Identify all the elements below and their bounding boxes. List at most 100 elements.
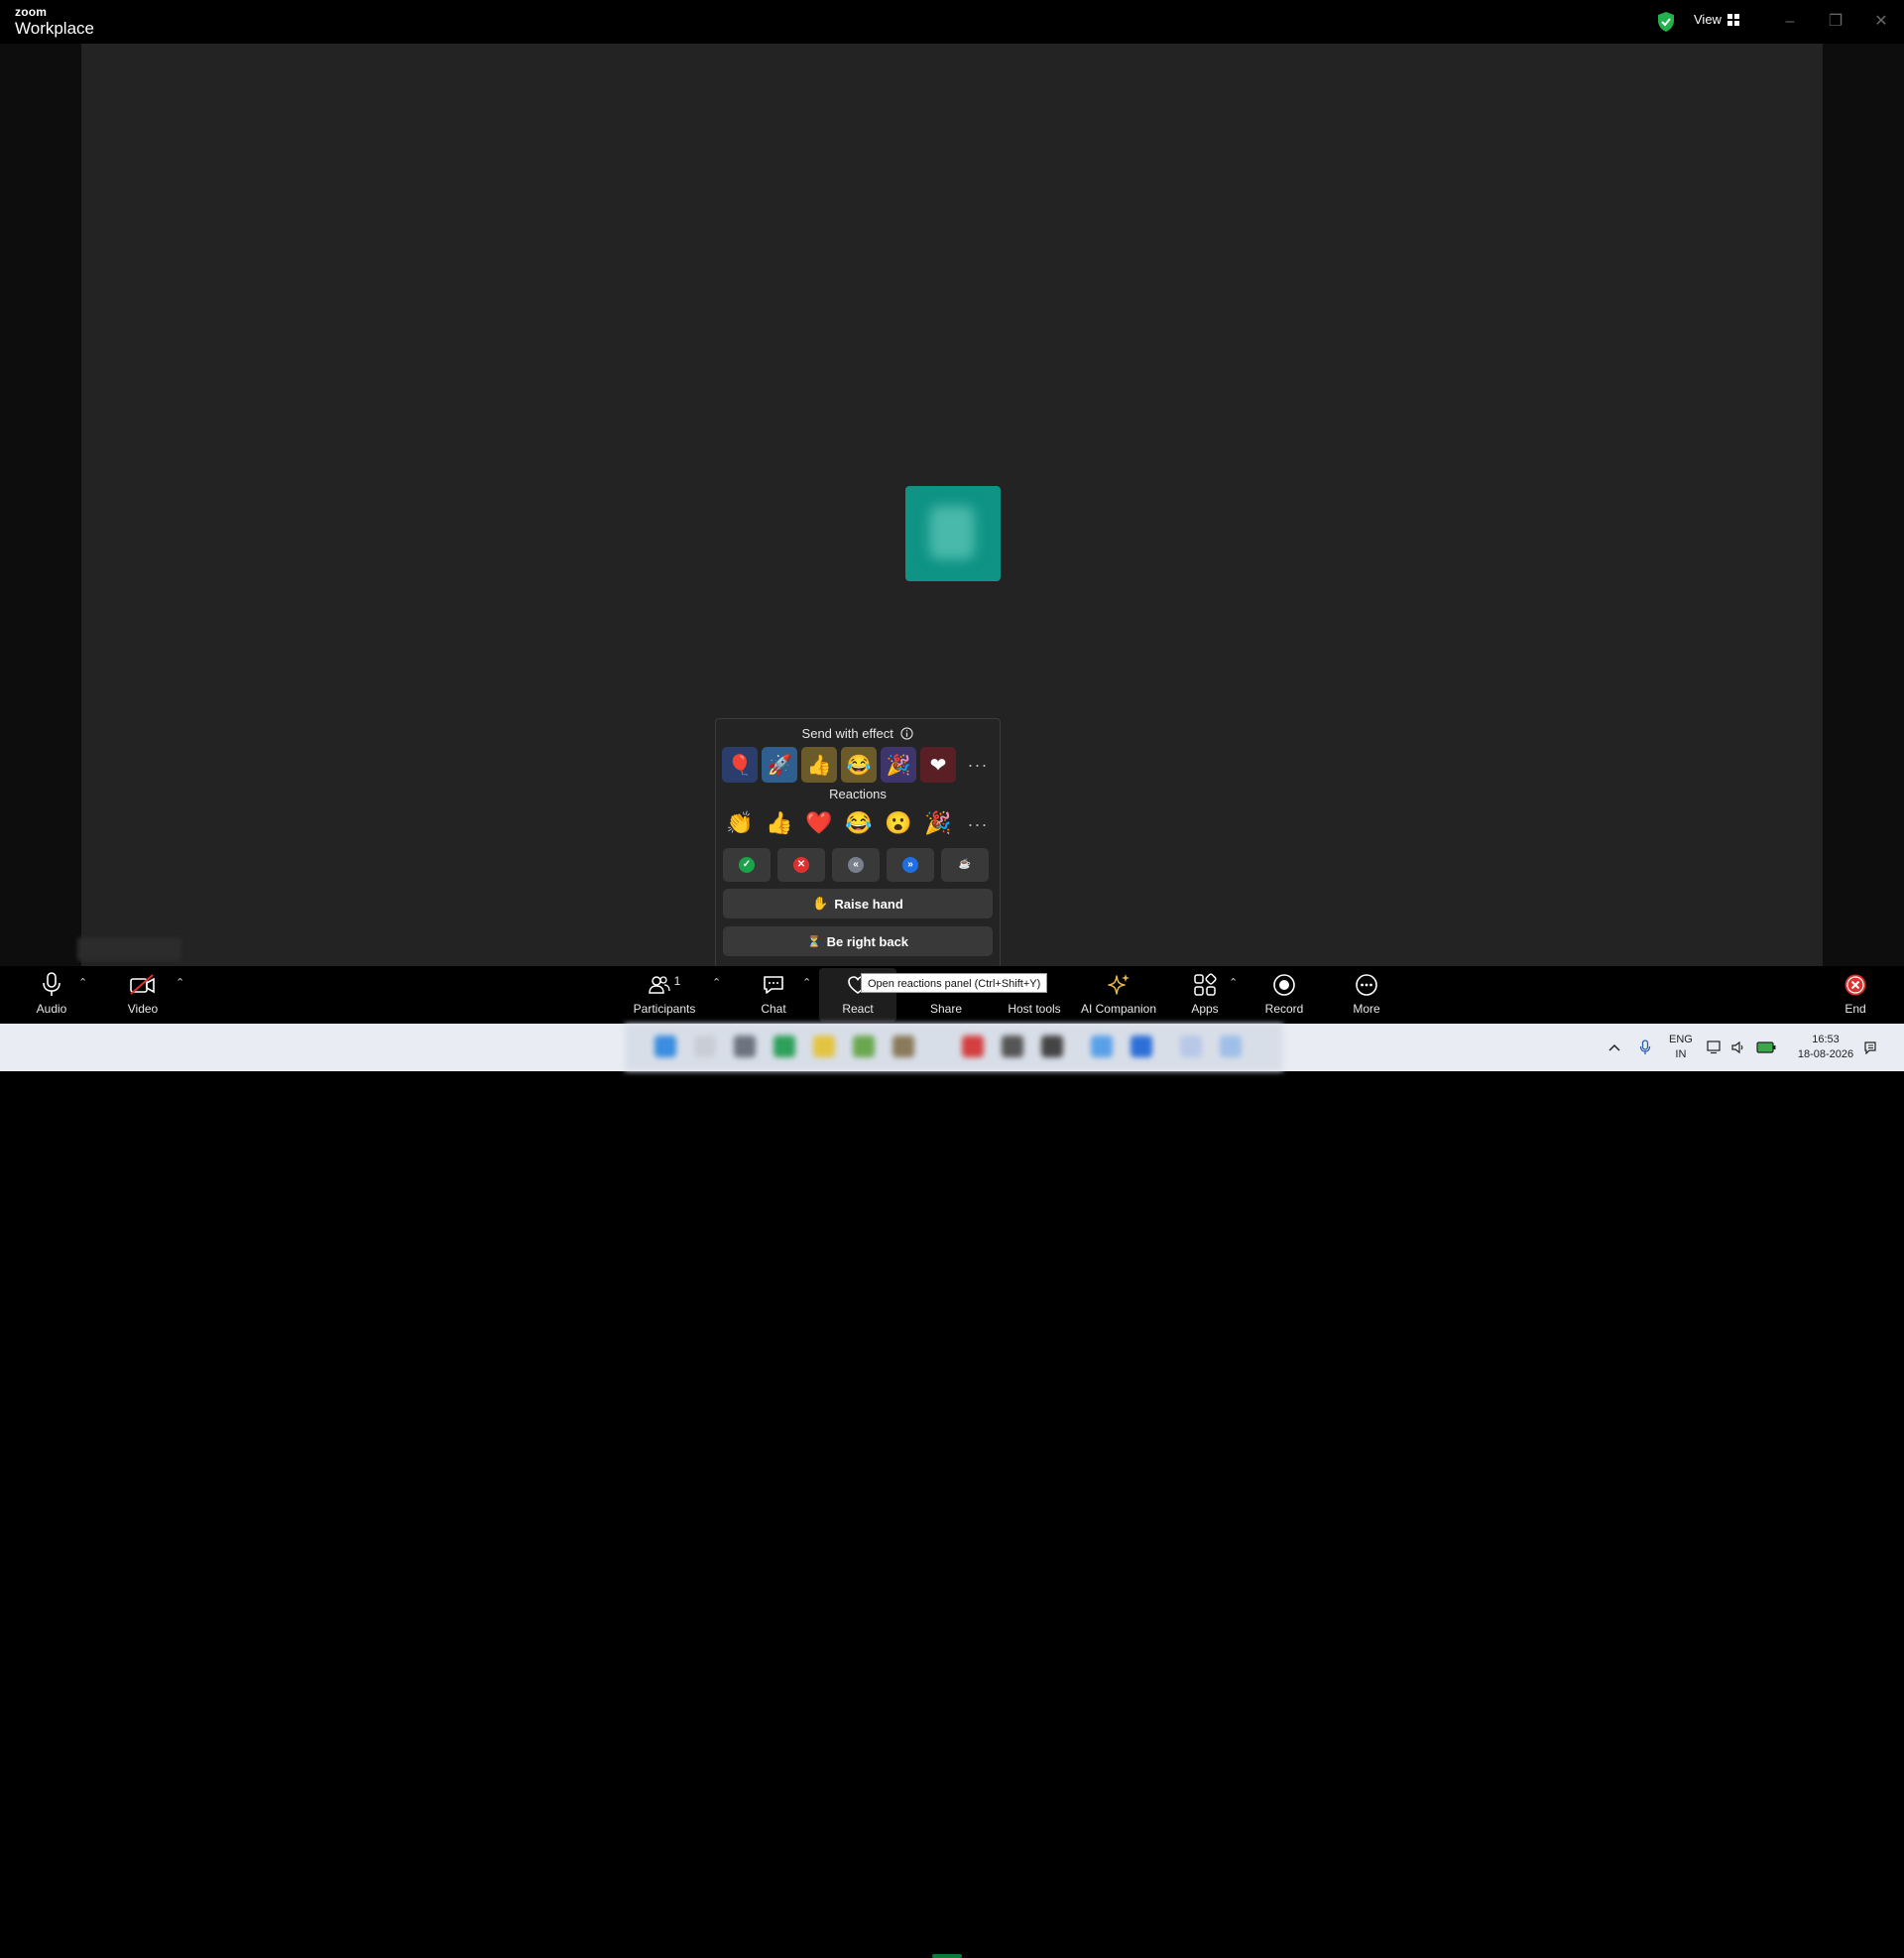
logo-brand-bottom: Workplace — [15, 19, 94, 38]
battery-charging-icon[interactable] — [1756, 1041, 1776, 1053]
taskbar-app-icon[interactable] — [1180, 1036, 1202, 1057]
taskbar-app-icon[interactable] — [813, 1036, 835, 1057]
chat-options-caret-icon[interactable]: ⌃ — [802, 976, 811, 989]
region-code: IN — [1675, 1048, 1687, 1060]
heart-icon[interactable]: ❤️ — [801, 806, 837, 840]
send-with-effect-heading: Send with effect — [716, 726, 1000, 741]
ai-companion-button[interactable]: AI Companion — [1079, 968, 1158, 1022]
slow-down-button[interactable]: « — [832, 848, 880, 882]
taskbar-app-icon[interactable] — [1002, 1036, 1023, 1057]
chat-label: Chat — [761, 1002, 786, 1016]
be-right-back-label: Be right back — [826, 933, 909, 949]
chat-button[interactable]: Chat — [754, 968, 793, 1022]
be-right-back-button[interactable]: ⏳ Be right back — [723, 926, 993, 956]
taskbar-app-icon[interactable] — [1220, 1036, 1242, 1057]
thumbs-up-effect-icon[interactable]: 👍 — [801, 747, 837, 783]
open-mouth-icon[interactable]: 😮 — [881, 806, 916, 840]
stage-right-margin — [1823, 44, 1904, 966]
taskbar-app-icon[interactable] — [853, 1036, 875, 1057]
reactions-row: 👏 👍 ❤️ 😂 😮 🎉 ··· — [722, 806, 996, 842]
audio-button[interactable]: Audio — [32, 968, 71, 1022]
laugh-effect-icon[interactable]: 😂 — [841, 747, 877, 783]
speed-up-button[interactable]: » — [887, 848, 934, 882]
close-window-icon[interactable]: ✕ — [1869, 10, 1893, 34]
share-indicator — [932, 1954, 962, 1958]
tada-icon[interactable]: 🎉 — [920, 806, 956, 840]
video-options-caret-icon[interactable]: ⌃ — [176, 976, 184, 989]
more-reactions-icon[interactable]: ··· — [960, 806, 996, 842]
participants-button[interactable]: 1 Participants — [631, 968, 698, 1022]
maximize-icon[interactable]: ❐ — [1824, 10, 1847, 34]
raise-hand-icon: ✋ — [812, 896, 829, 911]
heart-effect-icon[interactable]: ❤ — [920, 747, 956, 783]
coffee-button[interactable]: ☕ — [941, 848, 989, 882]
info-icon[interactable] — [900, 727, 914, 740]
minimize-icon[interactable]: – — [1778, 10, 1802, 34]
rocket-icon[interactable]: 🚀 — [762, 747, 797, 783]
microphone-icon — [43, 972, 60, 996]
encryption-shield-icon[interactable] — [1656, 11, 1676, 33]
view-button[interactable]: View — [1694, 12, 1739, 27]
show-hidden-icons-chevron-icon[interactable] — [1607, 1042, 1621, 1052]
zoom-workplace-logo: zoom Workplace — [15, 6, 94, 37]
apps-options-caret-icon[interactable]: ⌃ — [1229, 976, 1238, 989]
taskbar-app-icon[interactable] — [1130, 1036, 1152, 1057]
no-icon: ✕ — [793, 857, 809, 873]
notifications-icon[interactable] — [1863, 1040, 1877, 1054]
more-effects-icon[interactable]: ··· — [960, 747, 996, 783]
apps-button[interactable]: Apps — [1185, 968, 1225, 1022]
clock-date: 18-08-2026 — [1797, 1048, 1854, 1060]
taskbar-app-icon[interactable] — [1041, 1036, 1063, 1057]
record-button[interactable]: Record — [1264, 968, 1304, 1022]
raise-hand-button[interactable]: ✋ Raise hand — [723, 889, 993, 918]
video-off-icon — [130, 974, 155, 995]
audio-label: Audio — [36, 1002, 67, 1016]
end-label: End — [1844, 1002, 1866, 1016]
language-indicator[interactable]: ENG IN — [1669, 1033, 1693, 1062]
participant-avatar[interactable] — [905, 486, 1001, 581]
party-effect-icon[interactable]: 🎉 — [881, 747, 916, 783]
no-button[interactable]: ✕ — [777, 848, 825, 882]
status-row: ✓ ✕ « » ☕ — [723, 848, 989, 882]
network-icon[interactable] — [1707, 1040, 1723, 1054]
taskbar-app-icon[interactable] — [892, 1036, 914, 1057]
participants-options-caret-icon[interactable]: ⌃ — [712, 976, 721, 989]
hourglass-icon: ⏳ — [806, 935, 821, 948]
clap-icon[interactable]: 👏 — [722, 806, 758, 840]
video-button[interactable]: Video — [123, 968, 163, 1022]
taskbar-app-icon[interactable] — [962, 1036, 984, 1057]
taskbar-app-icon[interactable] — [694, 1036, 716, 1057]
volume-icon[interactable] — [1730, 1040, 1746, 1054]
slow-down-icon: « — [848, 857, 864, 873]
raise-hand-label: Raise hand — [834, 896, 903, 912]
audio-options-caret-icon[interactable]: ⌃ — [78, 976, 87, 989]
stage-left-margin — [0, 44, 81, 966]
more-icon — [1356, 974, 1377, 996]
tears-of-joy-icon[interactable]: 😂 — [841, 806, 877, 840]
tray-microphone-icon[interactable] — [1639, 1040, 1651, 1055]
more-button[interactable]: More — [1347, 968, 1386, 1022]
speed-up-icon: » — [902, 857, 918, 873]
thumbs-up-icon[interactable]: 👍 — [762, 806, 797, 840]
reactions-panel: Send with effect 🎈 🚀 👍 😂 🎉 ❤ ··· Reactions 👏 👍 ❤… — [715, 718, 1001, 968]
taskbar-app-icon[interactable] — [734, 1036, 756, 1057]
logo-brand-top: zoom — [15, 5, 48, 19]
taskbar-app-icon[interactable] — [1091, 1036, 1113, 1057]
chat-icon — [764, 976, 783, 994]
effects-row: 🎈 🚀 👍 😂 🎉 ❤ ··· — [722, 747, 996, 783]
participants-icon — [648, 976, 670, 994]
taskbar-app-icon[interactable] — [774, 1036, 795, 1057]
balloon-icon[interactable]: 🎈 — [722, 747, 758, 783]
share-label: Share — [929, 1002, 963, 1016]
clock[interactable]: 16:53 18-08-2026 — [1798, 1033, 1853, 1062]
title-bar: zoom Workplace View – ❐ ✕ — [0, 0, 1904, 44]
apps-label: Apps — [1191, 1002, 1219, 1016]
end-meeting-button[interactable]: End — [1836, 968, 1875, 1022]
yes-button[interactable]: ✓ — [723, 848, 771, 882]
coffee-icon: ☕ — [957, 857, 973, 873]
video-label: Video — [127, 1002, 159, 1016]
send-with-effect-label: Send with effect — [801, 726, 893, 741]
taskbar-pinned-apps-blurred — [625, 1024, 1283, 1071]
taskbar-app-icon[interactable] — [654, 1036, 676, 1057]
participant-name-tag — [77, 937, 181, 961]
